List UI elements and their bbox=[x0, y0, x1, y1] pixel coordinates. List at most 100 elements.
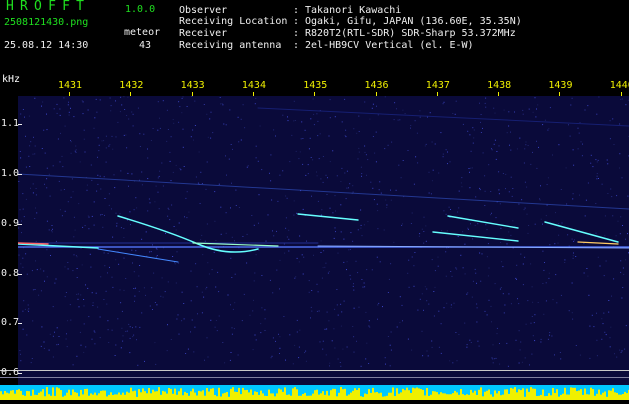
noise-pixel bbox=[432, 142, 433, 143]
noise-pixel bbox=[402, 320, 403, 321]
level-bar bbox=[470, 390, 472, 400]
noise-pixel bbox=[435, 144, 436, 145]
noise-pixel bbox=[492, 359, 493, 360]
noise-pixel bbox=[147, 178, 148, 179]
noise-pixel bbox=[97, 157, 98, 158]
noise-pixel bbox=[302, 164, 303, 165]
noise-pixel bbox=[361, 173, 362, 174]
noise-pixel bbox=[167, 324, 168, 325]
noise-pixel bbox=[353, 286, 354, 287]
level-bar bbox=[608, 390, 610, 400]
level-bar bbox=[180, 388, 182, 400]
noise-pixel bbox=[374, 199, 375, 200]
noise-pixel bbox=[443, 210, 444, 211]
noise-pixel bbox=[321, 209, 322, 210]
x-tick-mark bbox=[253, 92, 254, 96]
noise-pixel bbox=[582, 144, 583, 145]
noise-pixel bbox=[72, 178, 73, 179]
noise-pixel bbox=[199, 152, 200, 153]
noise-pixel bbox=[327, 194, 328, 195]
level-bar bbox=[192, 389, 194, 400]
noise-pixel bbox=[82, 227, 83, 228]
noise-pixel bbox=[96, 99, 97, 100]
level-bar bbox=[568, 395, 570, 400]
noise-pixel bbox=[56, 241, 57, 242]
noise-pixel bbox=[295, 120, 296, 121]
noise-pixel bbox=[114, 174, 115, 175]
noise-pixel bbox=[621, 352, 622, 353]
noise-pixel bbox=[169, 152, 170, 153]
noise-pixel bbox=[284, 253, 285, 254]
level-bar bbox=[256, 392, 258, 400]
level-bar bbox=[282, 392, 284, 400]
noise-pixel bbox=[179, 106, 180, 107]
noise-pixel bbox=[432, 347, 433, 348]
noise-pixel bbox=[548, 177, 549, 178]
noise-pixel bbox=[408, 260, 409, 261]
level-bar bbox=[258, 395, 260, 400]
noise-pixel bbox=[92, 339, 93, 340]
noise-pixel bbox=[379, 189, 380, 190]
noise-pixel bbox=[32, 358, 33, 359]
noise-pixel bbox=[619, 168, 620, 169]
noise-pixel bbox=[29, 116, 30, 117]
noise-pixel bbox=[97, 307, 98, 308]
noise-pixel bbox=[602, 184, 603, 185]
level-bar bbox=[90, 393, 92, 400]
noise-pixel bbox=[596, 233, 597, 234]
noise-pixel bbox=[62, 215, 63, 216]
noise-pixel bbox=[191, 96, 192, 97]
noise-pixel bbox=[611, 196, 612, 197]
level-bar bbox=[554, 393, 556, 400]
level-bar bbox=[306, 396, 308, 400]
noise-pixel bbox=[205, 288, 206, 289]
noise-pixel bbox=[47, 168, 48, 169]
level-bar bbox=[506, 389, 508, 400]
noise-pixel bbox=[100, 99, 101, 100]
noise-pixel bbox=[270, 180, 271, 181]
noise-pixel bbox=[280, 260, 281, 261]
noise-pixel bbox=[28, 305, 29, 306]
noise-pixel bbox=[294, 278, 295, 279]
noise-pixel bbox=[130, 224, 131, 225]
level-bar bbox=[68, 390, 70, 400]
noise-pixel bbox=[279, 348, 280, 349]
noise-pixel bbox=[501, 261, 502, 262]
noise-pixel bbox=[283, 316, 284, 317]
noise-pixel bbox=[241, 140, 242, 141]
noise-pixel bbox=[84, 139, 85, 140]
level-bar bbox=[582, 395, 584, 400]
noise-pixel bbox=[135, 250, 136, 251]
noise-pixel bbox=[614, 353, 615, 354]
noise-pixel bbox=[610, 327, 611, 328]
noise-pixel bbox=[588, 295, 589, 296]
noise-pixel bbox=[49, 174, 50, 175]
noise-pixel bbox=[491, 321, 492, 322]
noise-pixel bbox=[320, 178, 321, 179]
noise-pixel bbox=[47, 221, 48, 222]
noise-pixel bbox=[111, 105, 112, 106]
noise-pixel bbox=[336, 289, 337, 290]
noise-pixel bbox=[60, 209, 61, 210]
noise-pixel bbox=[191, 271, 192, 272]
noise-pixel bbox=[73, 116, 74, 117]
noise-pixel bbox=[19, 255, 20, 256]
noise-pixel bbox=[133, 125, 134, 126]
noise-pixel bbox=[132, 327, 133, 328]
noise-pixel bbox=[238, 141, 239, 142]
noise-pixel bbox=[278, 334, 279, 335]
noise-pixel bbox=[488, 243, 489, 244]
noise-pixel bbox=[346, 188, 347, 189]
noise-pixel bbox=[104, 265, 105, 266]
noise-pixel bbox=[87, 288, 88, 289]
noise-pixel bbox=[104, 176, 105, 177]
noise-pixel bbox=[408, 150, 409, 151]
level-bar bbox=[182, 395, 184, 400]
noise-pixel bbox=[622, 177, 623, 178]
noise-pixel bbox=[23, 109, 24, 110]
noise-pixel bbox=[117, 122, 118, 123]
level-bar bbox=[186, 393, 188, 400]
level-bar bbox=[598, 390, 600, 400]
noise-pixel bbox=[299, 330, 300, 331]
noise-pixel bbox=[223, 124, 224, 125]
